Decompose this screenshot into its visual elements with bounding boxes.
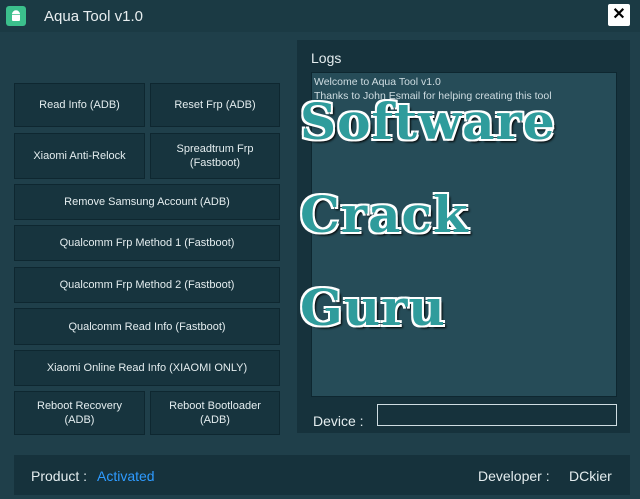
watermark-line: Software <box>300 92 556 151</box>
remove-samsung-account-button[interactable]: Remove Samsung Account (ADB) <box>14 184 280 220</box>
developer-name: DCkier <box>569 468 612 484</box>
read-info-adb-button[interactable]: Read Info (ADB) <box>14 83 145 127</box>
reboot-bootloader-button[interactable]: Reboot Bootloader (ADB) <box>150 391 280 435</box>
watermark-line: Guru <box>300 278 446 337</box>
spreadtrum-frp-button[interactable]: Spreadtrum Frp (Fastboot) <box>150 133 280 179</box>
device-label: Device : <box>313 413 364 429</box>
product-label: Product : <box>31 468 88 484</box>
status-bar: Product : Activated Developer : DCkier <box>14 455 630 495</box>
window-title: Aqua Tool v1.0 <box>44 8 143 25</box>
product-status: Activated <box>97 468 155 484</box>
qualcomm-frp-method-2-button[interactable]: Qualcomm Frp Method 2 (Fastboot) <box>14 267 280 303</box>
reboot-recovery-button[interactable]: Reboot Recovery (ADB) <box>14 391 145 435</box>
android-icon <box>6 6 26 26</box>
qualcomm-frp-method-1-button[interactable]: Qualcomm Frp Method 1 (Fastboot) <box>14 225 280 261</box>
device-field[interactable] <box>377 404 617 426</box>
developer-label: Developer : <box>478 468 550 484</box>
xiaomi-online-read-info-button[interactable]: Xiaomi Online Read Info (XIAOMI ONLY) <box>14 350 280 386</box>
watermark-line: Crack <box>300 185 469 244</box>
logs-title: Logs <box>311 50 342 66</box>
reset-frp-adb-button[interactable]: Reset Frp (ADB) <box>150 83 280 127</box>
xiaomi-anti-relock-button[interactable]: Xiaomi Anti-Relock <box>14 133 145 179</box>
title-bar: Aqua Tool v1.0 ✕ <box>0 0 640 32</box>
close-icon: ✕ <box>612 6 626 23</box>
log-line: Welcome to Aqua Tool v1.0 <box>314 76 441 88</box>
qualcomm-read-info-button[interactable]: Qualcomm Read Info (Fastboot) <box>14 308 280 345</box>
close-button[interactable]: ✕ <box>608 4 630 26</box>
